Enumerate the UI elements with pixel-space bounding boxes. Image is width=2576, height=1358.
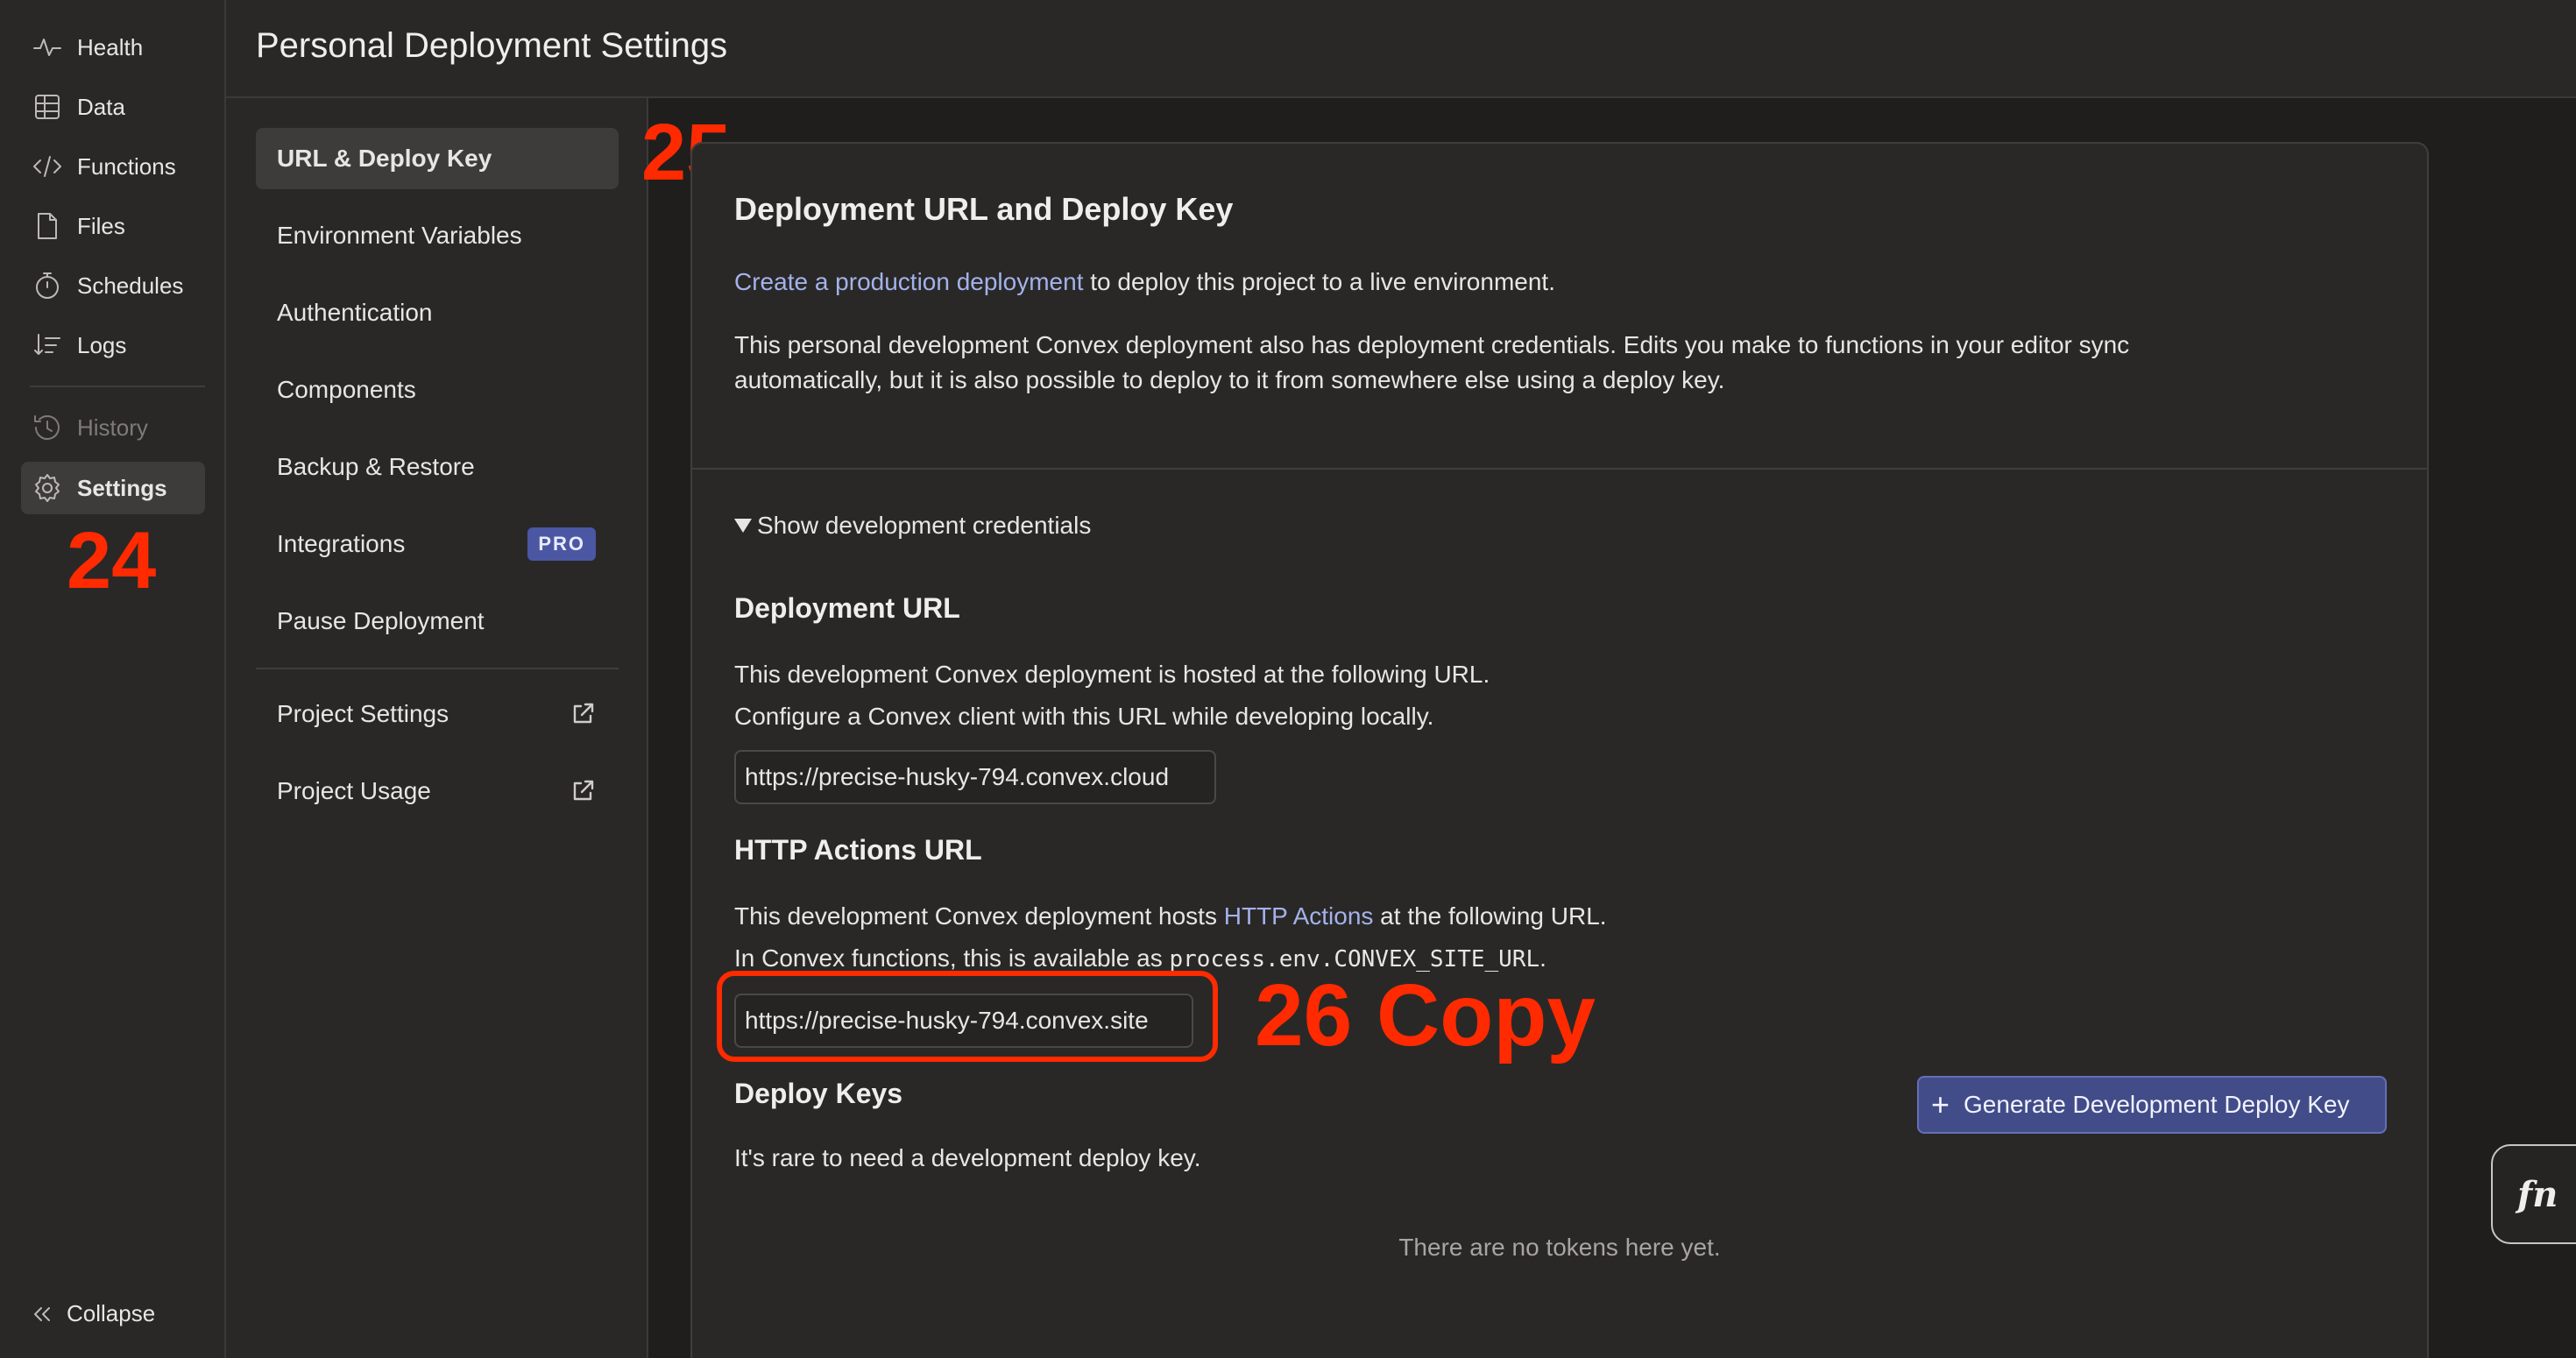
nav-divider bbox=[30, 385, 205, 387]
subnav-item-project-settings[interactable]: Project Settings bbox=[256, 683, 619, 745]
deployment-url-field[interactable]: https://precise-husky-794.convex.cloud bbox=[734, 750, 1216, 804]
nav-item-history[interactable]: History bbox=[21, 401, 205, 454]
nav-item-schedules[interactable]: Schedules bbox=[21, 259, 205, 312]
create-production-line: Create a production deployment to deploy… bbox=[734, 265, 2311, 300]
subnav-item-integrations[interactable]: Integrations PRO bbox=[256, 513, 619, 575]
external-link-icon bbox=[570, 778, 596, 804]
subnav-item-label: Components bbox=[277, 376, 416, 403]
health-icon bbox=[32, 32, 63, 63]
page-title: Personal Deployment Settings bbox=[256, 26, 728, 65]
subnav-item-label: Project Usage bbox=[277, 777, 431, 804]
subnav-item-components[interactable]: Components bbox=[256, 359, 619, 421]
nav-item-label: Functions bbox=[77, 152, 176, 180]
http-actions-line2-pre: In Convex functions, this is available a… bbox=[734, 944, 1170, 972]
deploy-keys-heading: Deploy Keys bbox=[734, 1078, 903, 1109]
http-actions-line1-pre: This development Convex deployment hosts bbox=[734, 902, 1224, 930]
subnav-item-label: Pause Deployment bbox=[277, 607, 485, 634]
nav-item-label: Schedules bbox=[77, 272, 184, 299]
nav-item-settings[interactable]: Settings bbox=[21, 462, 205, 514]
subnav-item-label: Environment Variables bbox=[277, 222, 522, 249]
card-description: This personal development Convex deploym… bbox=[734, 331, 2130, 393]
subnav-divider bbox=[256, 668, 619, 669]
generate-deploy-key-label: Generate Development Deploy Key bbox=[1964, 1091, 2350, 1118]
http-actions-link[interactable]: HTTP Actions bbox=[1224, 902, 1374, 930]
page-header: Personal Deployment Settings bbox=[226, 0, 2576, 98]
subnav-item-url-deploy-key[interactable]: URL & Deploy Key bbox=[256, 128, 619, 189]
external-link-icon bbox=[570, 701, 596, 727]
no-tokens-message: There are no tokens here yet. bbox=[1398, 1234, 1721, 1261]
nav-item-label: Health bbox=[77, 33, 144, 60]
function-runner-button[interactable]: fn bbox=[2491, 1144, 2576, 1244]
subnav-item-label: Backup & Restore bbox=[277, 453, 475, 480]
annotation-26: 26 Copy bbox=[1255, 966, 1596, 1064]
toggle-label: Show development credentials bbox=[757, 512, 1092, 539]
subnav-item-environment-variables[interactable]: Environment Variables bbox=[256, 205, 619, 266]
subnav-item-project-usage[interactable]: Project Usage bbox=[256, 760, 619, 822]
nav-item-label: History bbox=[77, 414, 148, 441]
subnav-item-backup-restore[interactable]: Backup & Restore bbox=[256, 436, 619, 498]
code-icon bbox=[32, 151, 63, 182]
double-chevron-left-icon bbox=[30, 1302, 54, 1326]
left-nav: Health Data Functions Files Schedules Lo… bbox=[0, 0, 226, 1358]
http-actions-line1-post: at the following URL. bbox=[1373, 902, 1607, 930]
http-actions-line1: This development Convex deployment hosts… bbox=[734, 899, 2311, 934]
nav-item-files[interactable]: Files bbox=[21, 200, 205, 252]
subnav-item-label: URL & Deploy Key bbox=[277, 145, 492, 172]
subnav-item-label: Authentication bbox=[277, 299, 433, 326]
http-actions-heading: HTTP Actions URL bbox=[734, 834, 982, 866]
show-credentials-toggle[interactable]: Show development credentials bbox=[734, 512, 1091, 540]
fn-label: fn bbox=[2517, 1173, 2558, 1215]
nav-item-label: Files bbox=[77, 212, 125, 239]
deploy-key-card: Deployment URL and Deploy Key Create a p… bbox=[690, 142, 2429, 1358]
table-icon bbox=[32, 91, 63, 123]
annotation-24: 24 bbox=[67, 516, 157, 605]
nav-item-label: Data bbox=[77, 93, 125, 120]
nav-item-label: Settings bbox=[77, 474, 167, 501]
deployment-url-line2: Configure a Convex client with this URL … bbox=[734, 703, 1434, 730]
pro-badge: PRO bbox=[527, 527, 596, 561]
card-title: Deployment URL and Deploy Key bbox=[734, 191, 1234, 227]
deploy-keys-note: It's rare to need a development deploy k… bbox=[734, 1144, 1201, 1171]
card-intro-section: Deployment URL and Deploy Key Create a p… bbox=[692, 144, 2427, 470]
triangle-down-icon bbox=[734, 519, 752, 533]
subnav-item-pause-deployment[interactable]: Pause Deployment bbox=[256, 591, 619, 652]
deployment-url-heading: Deployment URL bbox=[734, 592, 960, 624]
generate-deploy-key-button[interactable]: + Generate Development Deploy Key bbox=[1917, 1076, 2387, 1134]
nav-item-health[interactable]: Health bbox=[21, 21, 205, 74]
collapse-button[interactable]: Collapse bbox=[30, 1300, 155, 1327]
create-production-rest: to deploy this project to a live environ… bbox=[1083, 268, 1555, 295]
create-production-link[interactable]: Create a production deployment bbox=[734, 268, 1083, 295]
logs-icon bbox=[32, 329, 63, 361]
subnav-item-label: Project Settings bbox=[277, 700, 449, 727]
plus-icon: + bbox=[1931, 1086, 1950, 1122]
deployment-url-line1: This development Convex deployment is ho… bbox=[734, 661, 1490, 688]
nav-item-label: Logs bbox=[77, 331, 127, 358]
history-icon bbox=[32, 412, 63, 443]
gear-icon bbox=[32, 472, 63, 504]
collapse-label: Collapse bbox=[67, 1300, 156, 1326]
stopwatch-icon bbox=[32, 270, 63, 301]
subnav-item-label: Integrations bbox=[277, 530, 406, 557]
nav-item-data[interactable]: Data bbox=[21, 81, 205, 133]
nav-item-functions[interactable]: Functions bbox=[21, 140, 205, 193]
deployment-url-value: https://precise-husky-794.convex.cloud bbox=[745, 763, 1170, 790]
file-icon bbox=[32, 210, 63, 242]
nav-item-logs[interactable]: Logs bbox=[21, 319, 205, 371]
subnav-item-authentication[interactable]: Authentication bbox=[256, 282, 619, 343]
settings-subnav: URL & Deploy Key Environment Variables A… bbox=[226, 98, 648, 1358]
annotation-26-box bbox=[717, 971, 1218, 1062]
